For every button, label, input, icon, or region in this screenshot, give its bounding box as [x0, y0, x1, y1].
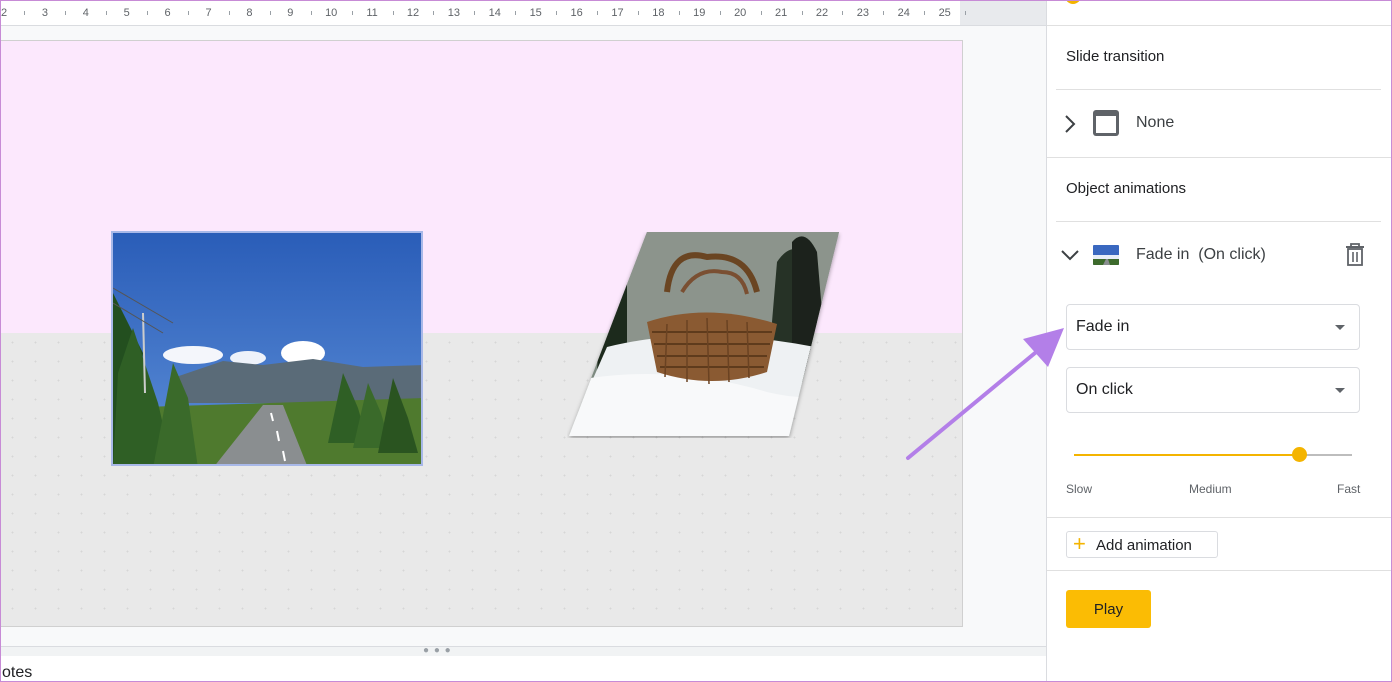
speed-fast-label: Fast — [1337, 482, 1361, 496]
divider — [1056, 89, 1381, 90]
ruler-tick — [269, 11, 271, 15]
trigger-select-value: On click — [1076, 381, 1133, 398]
play-label: Play — [1093, 601, 1124, 618]
trigger-select[interactable]: On click — [1066, 367, 1360, 413]
ruler-tick — [597, 11, 599, 15]
ruler-tick — [515, 11, 517, 15]
trash-icon[interactable] — [1344, 243, 1366, 267]
ruler-tick — [678, 11, 680, 15]
animation-item-label[interactable]: Fade in (On click) — [1136, 246, 1266, 264]
slide[interactable] — [0, 40, 963, 627]
ruler-number: 3 — [41, 7, 48, 19]
ruler-tick — [842, 11, 844, 15]
ruler-tick — [556, 11, 558, 15]
divider — [1047, 570, 1392, 571]
ruler-tick — [24, 11, 26, 15]
ruler-number: 16 — [570, 7, 583, 19]
ruler-number: 12 — [406, 7, 420, 19]
transition-value[interactable]: None — [1136, 114, 1174, 132]
ruler-tick — [433, 11, 435, 15]
ruler-tick — [719, 11, 721, 15]
ruler-number: 23 — [856, 7, 870, 19]
ruler-number: 19 — [693, 7, 706, 19]
ruler-number: 17 — [611, 7, 624, 19]
plus-icon: + — [1073, 531, 1086, 556]
animation-effect: Fade in — [1136, 246, 1190, 263]
divider — [1047, 157, 1392, 158]
ruler-number: 7 — [205, 7, 212, 19]
ruler-tick — [65, 11, 67, 15]
ruler-number: 10 — [325, 7, 338, 19]
ruler-tick — [188, 11, 190, 15]
effect-select[interactable]: Fade in — [1066, 304, 1360, 350]
ruler-tick — [965, 11, 967, 15]
ruler-number: 18 — [652, 7, 665, 19]
basket-snow-photo[interactable] — [567, 232, 843, 438]
ruler-number: 24 — [897, 7, 910, 19]
ruler-tick — [924, 11, 926, 15]
effect-select-value: Fade in — [1076, 318, 1130, 335]
ruler-tick — [637, 11, 639, 15]
speaker-notes[interactable]: otes — [0, 656, 1046, 682]
ruler-number: 21 — [774, 7, 788, 19]
ruler-tick — [392, 11, 394, 15]
ruler-number: 25 — [938, 7, 951, 19]
ruler-number: 4 — [82, 7, 89, 19]
transition-icon — [1093, 110, 1119, 136]
transitions-panel: Slide transition None Object animations … — [1046, 0, 1392, 682]
ruler-tick — [801, 11, 803, 15]
ruler-number: 20 — [734, 7, 747, 19]
add-animation-label: Add animation — [1096, 537, 1192, 554]
add-animation-button[interactable]: + Add animation — [1066, 531, 1218, 558]
annotation-arrow-icon — [906, 328, 1064, 460]
speed-medium-label: Medium — [1189, 482, 1232, 496]
speed-slider-thumb[interactable] — [1292, 447, 1308, 462]
ruler-number: 22 — [815, 7, 829, 19]
ruler-number: 2 — [0, 7, 8, 19]
ruler-tick — [228, 11, 230, 15]
play-button[interactable]: Play — [1066, 590, 1151, 628]
ruler-number: 9 — [287, 7, 294, 19]
dropdown-caret-icon — [1335, 325, 1345, 330]
ruler-number: 13 — [447, 7, 461, 19]
divider — [1047, 517, 1392, 518]
object-animations-title: Object animations — [1066, 180, 1187, 197]
animation-trigger: (On click) — [1198, 246, 1266, 263]
ruler-tick — [474, 11, 476, 15]
chevron-down-icon[interactable] — [1060, 248, 1080, 262]
speed-slider-fill — [1074, 454, 1300, 456]
speaker-notes-label: otes — [2, 664, 33, 681]
drag-handle-icon[interactable]: ● ● ● — [423, 645, 452, 656]
dropdown-caret-icon — [1335, 388, 1345, 393]
ruler-tick — [351, 11, 353, 15]
divider — [1047, 25, 1392, 26]
ruler-number: 11 — [366, 7, 378, 19]
ruler-number: 5 — [123, 7, 130, 19]
notes-resize-bar[interactable] — [0, 646, 1046, 656]
ruler-tick — [310, 11, 312, 15]
slide-transition-title: Slide transition — [1066, 48, 1165, 65]
divider — [1056, 221, 1381, 222]
ruler-tick — [106, 11, 108, 15]
ruler-number: 8 — [246, 7, 253, 19]
ruler-number: 14 — [488, 7, 501, 19]
horizontal-ruler[interactable]: 2 3 4 5 6 7 8 9 10 11 12 13 14 15 16 17 18 19 20 21 22 23 24 25 — [0, 0, 1046, 26]
ruler-tick — [760, 11, 762, 15]
ruler-number: 15 — [529, 7, 542, 19]
animation-thumbnail — [1093, 245, 1119, 265]
road-mountains-photo[interactable] — [111, 231, 423, 466]
chevron-right-icon[interactable] — [1063, 114, 1077, 134]
ruler-tick — [147, 11, 149, 15]
panel-header-icon — [1065, 0, 1081, 4]
ruler-tick — [883, 11, 885, 15]
speed-slow-label: Slow — [1066, 482, 1093, 496]
ruler-number: 6 — [164, 7, 171, 19]
speed-slider[interactable] — [1074, 447, 1352, 462]
